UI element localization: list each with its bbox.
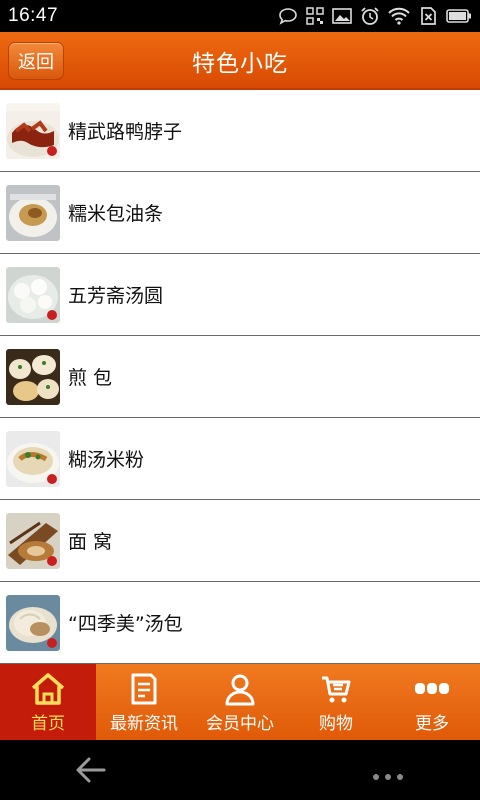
tangyuan-thumbnail bbox=[6, 266, 60, 323]
tab-label: 首页 bbox=[31, 713, 65, 734]
item-title: 糯米包油条 bbox=[68, 203, 164, 225]
user-icon bbox=[223, 671, 257, 707]
tab-shopping[interactable]: 购物 bbox=[288, 664, 384, 740]
tab-label: 购物 bbox=[319, 713, 353, 734]
menu-dots-icon[interactable] bbox=[372, 766, 404, 785]
list-item[interactable]: 五芳斋汤圆 bbox=[0, 254, 480, 336]
back-arrow-icon[interactable] bbox=[74, 754, 108, 790]
tab-home[interactable]: 首页 bbox=[0, 664, 96, 740]
item-title: “四季美”汤包 bbox=[68, 613, 183, 635]
rice-noodle-thumbnail bbox=[6, 430, 60, 487]
list-item[interactable]: 糊汤米粉 bbox=[0, 418, 480, 500]
tab-more[interactable]: 更多 bbox=[384, 664, 480, 740]
status-time: 16:47 bbox=[8, 5, 59, 26]
item-title: 面 窝 bbox=[68, 531, 113, 553]
tab-label: 会员中心 bbox=[206, 713, 274, 734]
status-icons bbox=[278, 6, 472, 26]
tab-news[interactable]: 最新资讯 bbox=[96, 664, 192, 740]
list-item[interactable]: 面 窝 bbox=[0, 500, 480, 582]
news-icon bbox=[127, 671, 161, 707]
tab-label: 更多 bbox=[415, 713, 449, 734]
battery-icon bbox=[446, 8, 472, 24]
mianwo-thumbnail bbox=[6, 512, 60, 569]
more-icon bbox=[414, 671, 450, 707]
soup-dumpling-thumbnail bbox=[6, 594, 60, 651]
qr-icon bbox=[306, 7, 324, 25]
page-title: 特色小吃 bbox=[192, 51, 288, 77]
item-title: 糊汤米粉 bbox=[68, 449, 145, 471]
tab-label: 最新资讯 bbox=[110, 713, 178, 734]
image-icon bbox=[332, 7, 352, 25]
sticky-rice-thumbnail bbox=[6, 184, 60, 241]
item-title: 精武路鸭脖子 bbox=[68, 121, 183, 143]
tab-member-center[interactable]: 会员中心 bbox=[192, 664, 288, 740]
duck-neck-thumbnail bbox=[6, 102, 60, 159]
cart-icon bbox=[319, 671, 353, 707]
item-title: 五芳斋汤圆 bbox=[68, 285, 164, 307]
back-button[interactable]: 返回 bbox=[8, 42, 64, 80]
list-item[interactable]: 糯米包油条 bbox=[0, 172, 480, 254]
chat-icon bbox=[278, 7, 298, 25]
app-header: 特色小吃 返回 bbox=[0, 32, 480, 90]
bottom-tab-bar: 首页 最新资讯 会员中心 购物 更多 bbox=[0, 664, 480, 740]
list-item[interactable]: 煎 包 bbox=[0, 336, 480, 418]
fried-bun-thumbnail bbox=[6, 348, 60, 405]
home-icon bbox=[30, 671, 66, 707]
system-nav-bar bbox=[0, 740, 480, 800]
wifi-icon bbox=[388, 7, 410, 25]
status-bar: 16:47 bbox=[0, 0, 480, 32]
list-item[interactable]: “四季美”汤包 bbox=[0, 582, 480, 664]
list-item[interactable]: 精武路鸭脖子 bbox=[0, 90, 480, 172]
item-title: 煎 包 bbox=[68, 367, 113, 389]
no-sim-icon bbox=[418, 6, 438, 26]
snack-list: 精武路鸭脖子 糯米包油条 五芳斋汤圆 煎 包 糊汤米粉 面 窝 “四季美”汤包 bbox=[0, 90, 480, 664]
alarm-icon bbox=[360, 6, 380, 26]
